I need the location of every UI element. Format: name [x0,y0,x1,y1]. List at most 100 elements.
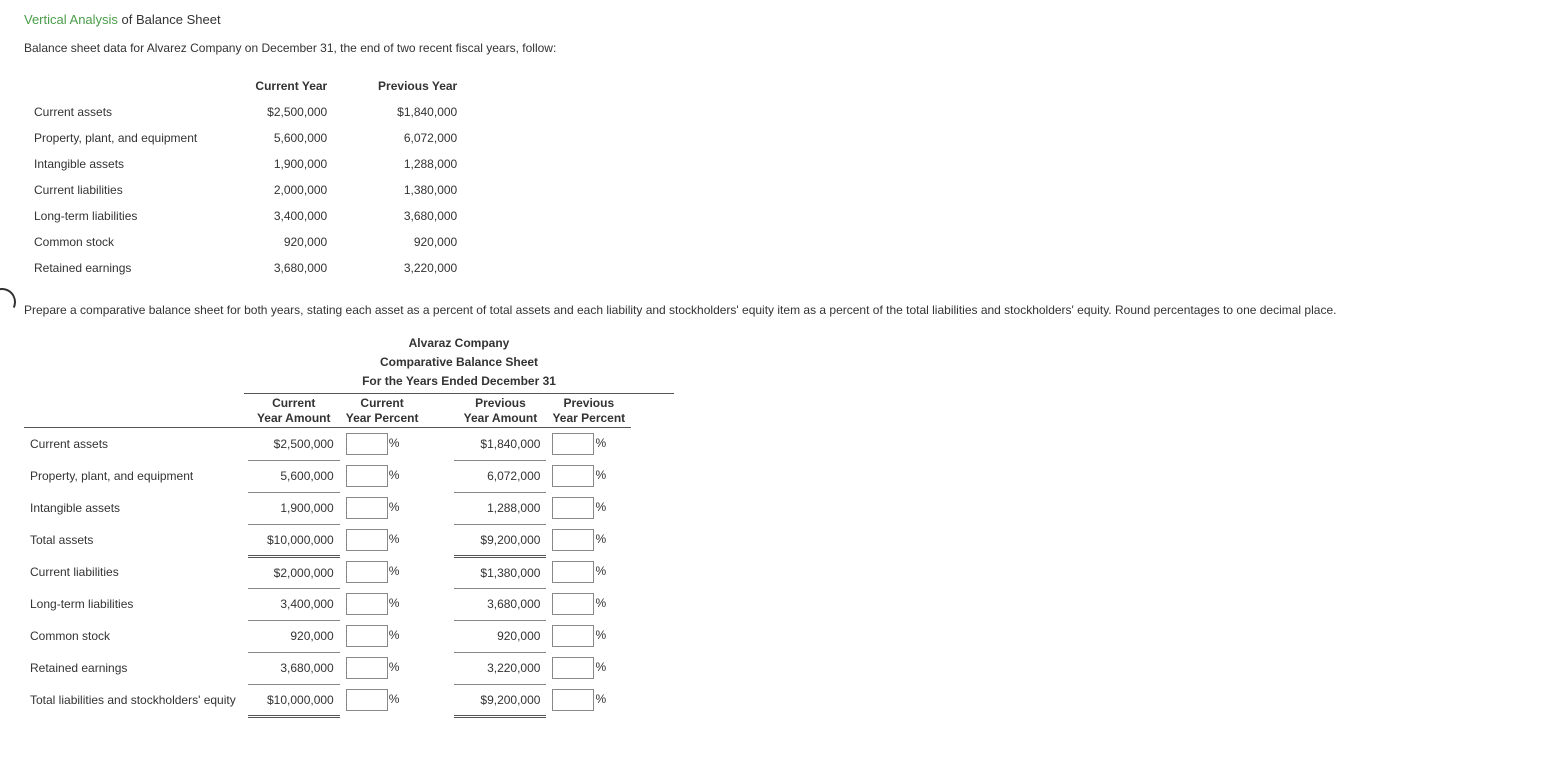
sheet-row: Long-term liabilities3,400,000% 3,680,000… [24,588,631,620]
prev-percent-input[interactable] [552,529,594,551]
sheet-row-cur-percent-cell: % [340,492,425,524]
data-row-previous: 1,380,000 [337,177,467,203]
sheet-title-period: For the Years Ended December 31 [244,373,674,390]
prev-percent-input[interactable] [552,561,594,583]
data-row-current: 3,400,000 [207,203,337,229]
sheet-row-label: Total assets [24,524,248,556]
sheet-header-cur-amt: Current Year Amount [248,394,340,427]
data-table-row: Common stock920,000920,000 [24,229,467,255]
cur-percent-input[interactable] [346,593,388,615]
data-row-previous: 920,000 [337,229,467,255]
sheet-row-cur-percent-cell: % [340,556,425,588]
data-table-row: Retained earnings3,680,0003,220,000 [24,255,467,281]
decorative-circle [0,284,20,320]
percent-sign: % [595,596,606,610]
percent-sign: % [389,532,400,546]
intro-text: Balance sheet data for Alvarez Company o… [24,41,1533,55]
data-row-current: 1,900,000 [207,151,337,177]
sheet-row-cur-amount: $10,000,000 [248,524,340,556]
prev-percent-input[interactable] [552,497,594,519]
cur-percent-input[interactable] [346,689,388,711]
sheet-row-prev-percent-cell: % [546,524,631,556]
sheet-title-name: Comparative Balance Sheet [244,354,674,371]
data-table-row: Intangible assets1,900,0001,288,000 [24,151,467,177]
data-row-label: Retained earnings [24,255,207,281]
sheet-row-label: Property, plant, and equipment [24,460,248,492]
sheet-row: Common stock920,000%920,000% [24,620,631,652]
sheet-header-gap [424,394,454,427]
sheet-row-label: Current liabilities [24,556,248,588]
sheet-row: Current liabilities$2,000,000%$1,380,000… [24,556,631,588]
sheet-row-prev-percent-cell: % [546,652,631,684]
sheet-row-prev-amount: 3,680,000 [454,588,546,620]
cur-percent-input[interactable] [346,433,388,455]
data-row-previous: 1,288,000 [337,151,467,177]
sheet-row: Total liabilities and stockholders' equi… [24,684,631,716]
prev-percent-input[interactable] [552,689,594,711]
cur-percent-input[interactable] [346,657,388,679]
sheet-row-prev-amount: $9,200,000 [454,684,546,716]
percent-sign: % [595,692,606,706]
sheet-row-cur-percent-cell: % [340,460,425,492]
cur-percent-input[interactable] [346,465,388,487]
sheet-header-blank [24,394,248,427]
data-row-previous: 3,680,000 [337,203,467,229]
sheet-row-prev-amount: 1,288,000 [454,492,546,524]
sheet-row-cur-amount: 3,400,000 [248,588,340,620]
data-table-row: Property, plant, and equipment5,600,0006… [24,125,467,151]
data-row-label: Common stock [24,229,207,255]
sheet-row-gap [424,524,454,556]
sheet-row-cur-percent-cell: % [340,524,425,556]
sheet-row-cur-percent-cell: % [340,588,425,620]
instructions-text: Prepare a comparative balance sheet for … [24,303,1533,317]
sheet-row-label: Common stock [24,620,248,652]
cur-percent-input[interactable] [346,625,388,647]
sheet-row-cur-amount: 5,600,000 [248,460,340,492]
sheet-title-block: Alvaraz Company Comparative Balance Shee… [244,335,674,394]
sheet-row-cur-amount: 1,900,000 [248,492,340,524]
sheet-row-gap [424,652,454,684]
sheet-row-gap [424,684,454,716]
sheet-row-label: Retained earnings [24,652,248,684]
sheet-row-cur-amount: $2,000,000 [248,556,340,588]
balance-data-table: Current Year Previous Year Current asset… [24,73,467,281]
sheet-row-cur-percent-cell: % [340,652,425,684]
heading-link-text: Vertical Analysis [24,12,118,27]
sheet-row-prev-amount: $1,380,000 [454,556,546,588]
sheet-row: Property, plant, and equipment5,600,000%… [24,460,631,492]
sheet-row-prev-amount: $1,840,000 [454,428,546,461]
percent-sign: % [389,500,400,514]
sheet-row-gap [424,460,454,492]
percent-sign: % [389,628,400,642]
sheet-row-prev-percent-cell: % [546,588,631,620]
sheet-row-prev-percent-cell: % [546,684,631,716]
sheet-row-prev-amount: 920,000 [454,620,546,652]
prev-percent-input[interactable] [552,465,594,487]
sheet-header-prev-amt: Previous Year Amount [454,394,546,427]
data-row-current: 3,680,000 [207,255,337,281]
cur-percent-input[interactable] [346,529,388,551]
sheet-row: Total assets$10,000,000%$9,200,000% [24,524,631,556]
data-row-current: 5,600,000 [207,125,337,151]
prev-percent-input[interactable] [552,433,594,455]
data-row-current: 920,000 [207,229,337,255]
data-row-label: Current assets [24,99,207,125]
sheet-row-prev-percent-cell: % [546,428,631,461]
sheet-row-label: Long-term liabilities [24,588,248,620]
cur-percent-input[interactable] [346,561,388,583]
cur-percent-input[interactable] [346,497,388,519]
percent-sign: % [595,436,606,450]
data-table-header-blank [24,73,207,99]
prev-percent-input[interactable] [552,625,594,647]
prev-percent-input[interactable] [552,593,594,615]
sheet-row-prev-amount: $9,200,000 [454,524,546,556]
data-table-row: Current liabilities2,000,0001,380,000 [24,177,467,203]
sheet-header-cur-pct: Current Year Percent [340,394,425,427]
sheet-row-prev-percent-cell: % [546,556,631,588]
comparative-sheet-table: Current Year Amount Current Year Percent… [24,394,631,717]
sheet-row-prev-amount: 6,072,000 [454,460,546,492]
sheet-row-gap [424,620,454,652]
sheet-row-label: Current assets [24,428,248,461]
prev-percent-input[interactable] [552,657,594,679]
sheet-row-prev-percent-cell: % [546,492,631,524]
